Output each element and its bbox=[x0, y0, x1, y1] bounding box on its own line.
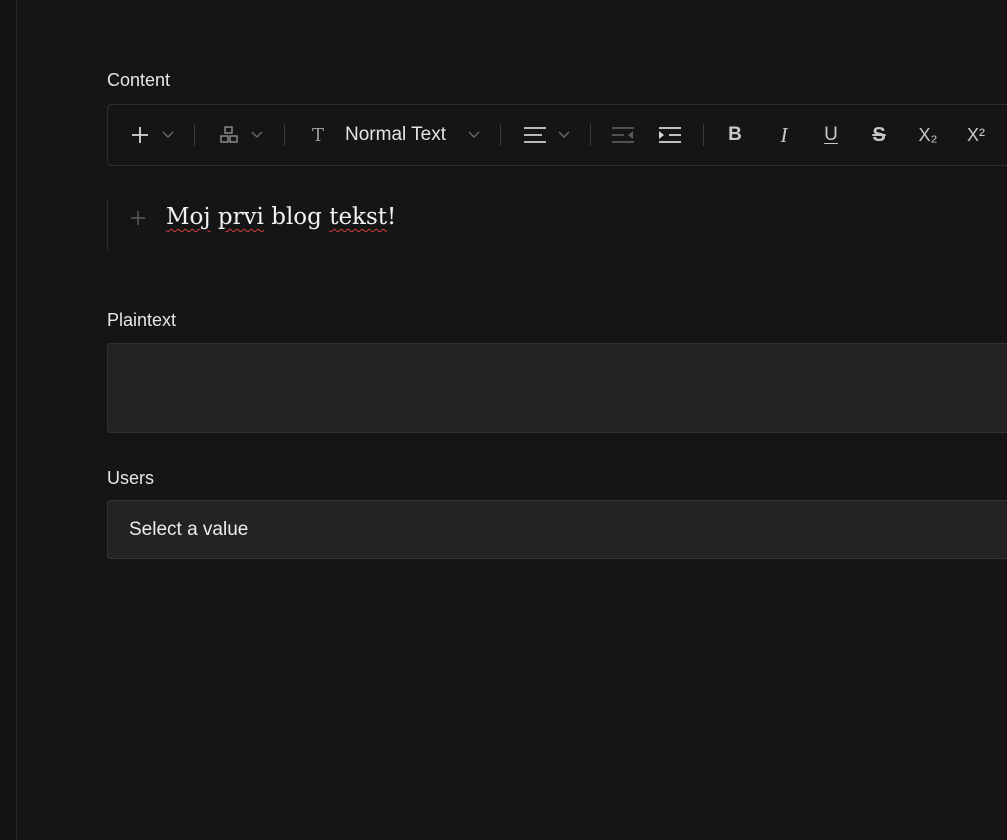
chevron-down-icon bbox=[162, 131, 174, 139]
align-dropdown-chevron[interactable] bbox=[558, 105, 570, 165]
chevron-down-icon bbox=[251, 131, 263, 139]
outdent-icon bbox=[611, 126, 635, 144]
users-select-placeholder: Select a value bbox=[129, 518, 249, 540]
users-label: Users bbox=[107, 468, 155, 488]
text-style-icon: T bbox=[311, 124, 324, 146]
italic-button[interactable]: I bbox=[773, 105, 795, 165]
users-select[interactable]: Select a value bbox=[107, 500, 1007, 559]
indent-button[interactable] bbox=[657, 105, 683, 165]
editor-paragraph-block[interactable]: Moj prvi blog tekst! bbox=[107, 200, 1007, 250]
editor-text-segment: ! bbox=[387, 204, 397, 230]
bold-button[interactable]: B bbox=[724, 105, 746, 165]
strikethrough-button[interactable]: S bbox=[868, 105, 890, 165]
heading-dropdown-chevron[interactable] bbox=[468, 105, 480, 165]
chevron-down-icon bbox=[558, 131, 570, 139]
blocks-dropdown-chevron[interactable] bbox=[251, 105, 263, 165]
insert-dropdown-chevron[interactable] bbox=[162, 105, 174, 165]
toolbar-divider bbox=[703, 124, 704, 146]
align-left-icon bbox=[523, 126, 547, 144]
superscript-button[interactable]: X² bbox=[962, 105, 990, 165]
plaintext-textarea[interactable] bbox=[107, 343, 1007, 433]
align-button[interactable] bbox=[522, 105, 548, 165]
heading-style-select[interactable]: Normal Text bbox=[345, 105, 446, 165]
toolbar-divider bbox=[284, 124, 285, 146]
blocks-button[interactable] bbox=[218, 105, 240, 165]
misspelled-word: prvi bbox=[217, 204, 264, 230]
indent-icon bbox=[658, 126, 682, 144]
plaintext-label: Plaintext bbox=[107, 310, 177, 330]
editor-text[interactable]: Moj prvi blog tekst! bbox=[166, 204, 396, 230]
outdent-button[interactable] bbox=[610, 105, 636, 165]
insert-plus-button[interactable] bbox=[128, 105, 152, 165]
sidebar-rail bbox=[0, 0, 17, 840]
subscript-button[interactable]: X₂ bbox=[914, 105, 942, 165]
add-block-icon[interactable] bbox=[130, 210, 148, 228]
misspelled-word: Moj bbox=[166, 204, 211, 230]
editor-text-space bbox=[211, 204, 218, 230]
plus-icon bbox=[131, 126, 149, 144]
rich-text-toolbar: T Normal Text B I U S X₂ X² bbox=[107, 104, 1007, 166]
toolbar-divider bbox=[500, 124, 501, 146]
underline-button[interactable]: U bbox=[820, 105, 842, 165]
blocks-icon bbox=[220, 126, 238, 144]
chevron-down-icon bbox=[468, 131, 480, 139]
misspelled-word: tekst bbox=[329, 204, 388, 230]
toolbar-divider bbox=[590, 124, 591, 146]
toolbar-divider bbox=[194, 124, 195, 146]
editor-text-segment: blog bbox=[263, 204, 330, 230]
content-label: Content bbox=[107, 70, 171, 90]
